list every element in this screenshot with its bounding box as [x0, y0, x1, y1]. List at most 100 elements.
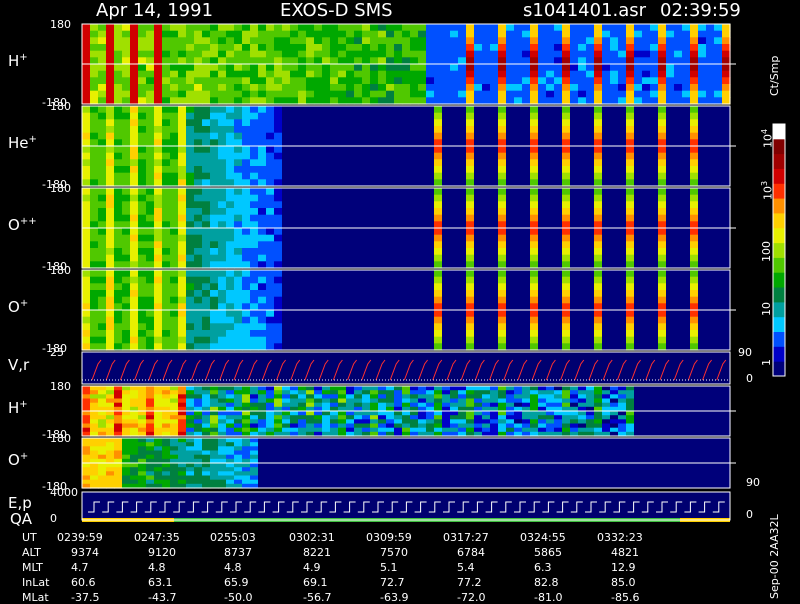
panel-3-cell — [706, 270, 715, 277]
panel-1-cell — [354, 106, 363, 113]
panel-0-cell — [442, 31, 451, 38]
panel-1-cell — [322, 126, 331, 133]
panel-2-cell — [410, 208, 419, 215]
panel-1-cell — [650, 153, 659, 160]
panel-3-cell — [442, 283, 451, 290]
panel-1-cell — [706, 106, 715, 113]
panel-3-cell — [314, 310, 323, 317]
panel-3-cell — [650, 270, 659, 277]
panel-3-cell — [354, 290, 363, 297]
panel-1-cell — [218, 133, 227, 140]
panel-2-cell — [82, 228, 91, 235]
panel-5-cell — [370, 428, 379, 433]
panel-1-cell — [666, 153, 675, 160]
panel-1-cell — [474, 166, 483, 173]
panel-0-cell — [426, 84, 435, 91]
panel-2-cell — [266, 195, 275, 202]
panel-0-cell — [234, 64, 243, 71]
panel-0-cell — [306, 91, 315, 98]
panel-1-cell — [354, 166, 363, 173]
panel-0-cell — [338, 44, 347, 51]
panel-0-cell — [106, 84, 115, 91]
panel-5-cell — [410, 419, 419, 424]
panel-0-cell — [386, 37, 395, 44]
panel-3-cell — [682, 283, 691, 290]
panel-2-cell — [514, 215, 523, 222]
panel-2-cell — [650, 228, 659, 235]
panel-2-cell — [562, 255, 571, 262]
panel-3-cell — [306, 297, 315, 304]
panel-1-cell — [482, 159, 491, 166]
panel-3-cell — [194, 310, 203, 317]
panel-0-cell — [138, 77, 147, 84]
panel-1-cell — [338, 159, 347, 166]
panel-2-cell — [122, 228, 131, 235]
panel-2-cell — [394, 215, 403, 222]
panel-2-cell — [602, 241, 611, 248]
panel-0-cell — [410, 84, 419, 91]
panel-0-cell — [362, 71, 371, 78]
panel-5-cell — [170, 419, 179, 424]
panel-0-cell — [82, 31, 91, 38]
panel-3-cell — [410, 290, 419, 297]
panel-6-cell — [122, 455, 131, 460]
panel-1-cell — [450, 166, 459, 173]
panel-1-cell — [226, 133, 235, 140]
panel-3-cell — [490, 317, 499, 324]
panel-5-cell — [610, 424, 619, 429]
panel-0-cell — [314, 71, 323, 78]
panel-2-cell — [698, 228, 707, 235]
panel-0-cell — [202, 77, 211, 84]
panel-1-cell — [530, 106, 539, 113]
panel-5-cell — [482, 419, 491, 424]
panel-1-cell — [722, 126, 731, 133]
panel-0-cell — [674, 71, 683, 78]
panel-2-cell — [650, 195, 659, 202]
panel-0-cell — [522, 64, 531, 71]
panel-1-cell — [426, 126, 435, 133]
panel-0-cell — [346, 24, 355, 31]
panel-1-cell — [442, 159, 451, 166]
panel-3-cell — [618, 270, 627, 277]
panel-5-cell — [354, 428, 363, 433]
panel-2-cell — [674, 215, 683, 222]
panel-2-cell — [306, 215, 315, 222]
panel-5-cell — [362, 403, 371, 408]
panel-3-cell — [122, 297, 131, 304]
panel-5-cell — [90, 394, 99, 399]
panel-3-cell — [674, 337, 683, 344]
panel-3-cell — [234, 277, 243, 284]
panel-5-cell — [522, 411, 531, 416]
panel-3-cell — [378, 290, 387, 297]
panel-0-cell — [114, 84, 123, 91]
panel-1-cell — [658, 119, 667, 126]
panel-3-cell — [434, 323, 443, 330]
panel-3-cell — [298, 330, 307, 337]
panel-1-cell — [514, 166, 523, 173]
panel-3-cell — [474, 290, 483, 297]
panel-1-cell — [154, 153, 163, 160]
panel-1-cell — [162, 113, 171, 120]
panel-5-cell — [698, 394, 707, 399]
panel-2-cell — [130, 201, 139, 208]
panel-0-cell — [594, 71, 603, 78]
panel-1-cell — [258, 113, 267, 120]
panel-5-cell — [122, 415, 131, 420]
panel-0-cell — [674, 91, 683, 98]
panel-3-cell — [570, 323, 579, 330]
panel-1-cell — [306, 106, 315, 113]
panel-2-cell — [458, 248, 467, 255]
panel-1-cell — [114, 166, 123, 173]
panel-3-cell — [666, 270, 675, 277]
panel-3-cell — [586, 283, 595, 290]
panel-1-cell — [570, 173, 579, 180]
panel-2-cell — [402, 248, 411, 255]
panel-0-cell — [274, 71, 283, 78]
panel-1-cell — [218, 119, 227, 126]
panel-0-cell — [338, 31, 347, 38]
panel-3-cell — [666, 317, 675, 324]
panel-0-cell — [546, 77, 555, 84]
panel-3-cell — [106, 330, 115, 337]
panel-2-cell — [386, 241, 395, 248]
panel-0-cell — [170, 24, 179, 31]
